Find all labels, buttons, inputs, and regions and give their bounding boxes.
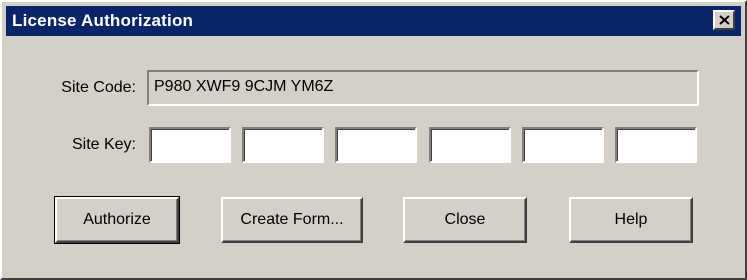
site-key-field-3[interactable] (335, 127, 417, 163)
site-key-field-6[interactable] (615, 127, 697, 163)
close-icon (719, 15, 730, 25)
window-title: License Authorization (12, 11, 194, 30)
close-window-button[interactable] (713, 10, 735, 30)
site-key-field-2[interactable] (242, 127, 324, 163)
close-button[interactable]: Close (403, 197, 527, 243)
authorize-button[interactable]: Authorize (54, 196, 180, 244)
site-code-label: Site Code: (61, 79, 136, 96)
license-authorization-dialog: License Authorization Site Code: P980 XW… (0, 0, 747, 280)
site-key-label: Site Key: (71, 136, 136, 153)
site-key-field-1[interactable] (149, 127, 231, 163)
help-button[interactable]: Help (569, 197, 693, 243)
create-form-button[interactable]: Create Form... (221, 197, 363, 243)
site-key-field-5[interactable] (522, 127, 604, 163)
site-key-field-4[interactable] (429, 127, 511, 163)
title-bar[interactable]: License Authorization (6, 6, 741, 36)
site-code-field: P980 XWF9 9CJM YM6Z (147, 70, 699, 106)
